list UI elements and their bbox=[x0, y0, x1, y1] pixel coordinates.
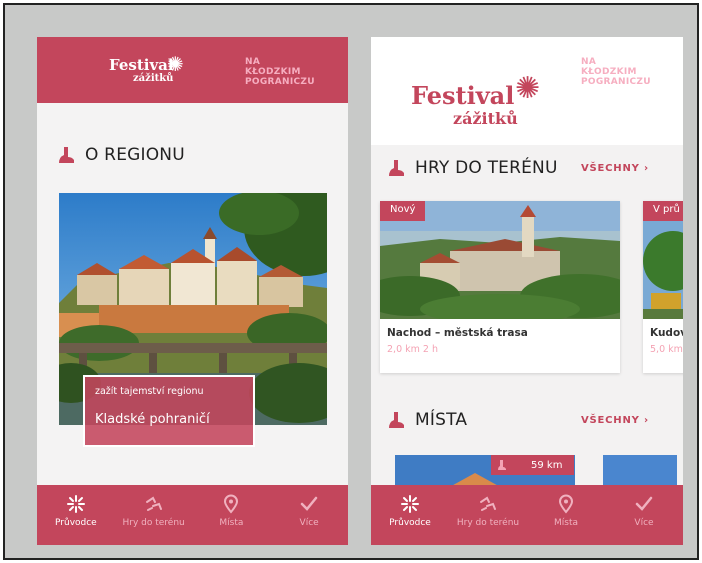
boot-icon bbox=[389, 412, 404, 428]
subtitle-line: KŁODZKIM bbox=[245, 67, 301, 77]
section-title-text: O REGIONU bbox=[85, 145, 185, 165]
subtitle-line: POGRANICZU bbox=[245, 77, 315, 87]
see-all-games-link[interactable]: VŠECHNY › bbox=[581, 163, 649, 174]
logo-star-icon: ✺ bbox=[515, 71, 541, 106]
nav-label: Hry do terénu bbox=[456, 518, 520, 528]
nav-label: Více bbox=[634, 518, 654, 528]
logo-word-festival: Festival bbox=[109, 56, 174, 74]
card-title: Nachod – městská trasa bbox=[387, 327, 528, 339]
in-progress-badge: V prů bbox=[643, 201, 683, 221]
logo-word-zazitku: zážitků bbox=[133, 73, 174, 84]
nav-label: Průvodce bbox=[389, 518, 431, 528]
nav-item-pruvodce[interactable]: Průvodce bbox=[371, 485, 449, 545]
screenshot-frame: Festival ✺ zážitků NA KŁODZKIM POGRANICZ… bbox=[3, 3, 699, 560]
nav-label: Místa bbox=[554, 518, 578, 528]
boot-icon bbox=[59, 147, 74, 163]
card-meta: 2,0 km 2 h bbox=[387, 344, 438, 355]
card-title: Kudov bbox=[650, 327, 683, 339]
subtitle-line: KŁODZKIM bbox=[581, 67, 637, 77]
subtitle-line: NA bbox=[581, 57, 597, 67]
bottom-navigation: Průvodce Hry do terénu Místa Více bbox=[37, 485, 348, 545]
nav-item-mista[interactable]: Místa bbox=[527, 485, 605, 545]
card-meta: 5,0 km bbox=[650, 344, 683, 355]
header-subtitle: NA KŁODZKIM POGRANICZU bbox=[581, 57, 681, 87]
festival-logo[interactable]: Festival ✺ zážitků bbox=[411, 71, 561, 137]
section-title-text: HRY DO TERÉNU bbox=[415, 158, 558, 178]
distance-text: 59 km bbox=[531, 459, 563, 471]
map-pin-icon bbox=[558, 494, 574, 514]
section-title-places: MÍSTA bbox=[387, 410, 467, 430]
map-pin-icon bbox=[224, 494, 239, 514]
feature-title: Kladské pohraničí bbox=[95, 412, 210, 427]
game-card[interactable]: V prů Kudov 5,0 km bbox=[643, 201, 683, 373]
app-header: Festival ✺ zážitků NA KŁODZKIM POGRANICZ… bbox=[37, 37, 348, 103]
section-title-text: MÍSTA bbox=[415, 410, 468, 430]
guide-star-icon bbox=[401, 495, 419, 513]
nav-item-vice[interactable]: Více bbox=[605, 485, 683, 545]
nav-item-vice[interactable]: Více bbox=[270, 485, 348, 545]
nav-label: Průvodce bbox=[55, 518, 97, 528]
nav-label: Více bbox=[299, 518, 319, 528]
checkmark-icon bbox=[635, 496, 653, 511]
nav-item-hry[interactable]: Hry do terénu bbox=[449, 485, 527, 545]
games-icon bbox=[145, 496, 162, 511]
logo-word-zazitku: zážitků bbox=[453, 109, 518, 128]
boot-small-icon bbox=[498, 460, 506, 470]
card-image: Nový bbox=[380, 201, 620, 319]
bottom-navigation: Průvodce Hry do terénu Místa Více bbox=[371, 485, 683, 545]
nav-label: Místa bbox=[219, 518, 244, 528]
subtitle-line: NA bbox=[245, 57, 261, 67]
festival-logo[interactable]: Festival ✺ zážitků bbox=[109, 52, 219, 90]
nav-item-hry[interactable]: Hry do terénu bbox=[115, 485, 193, 545]
card-image: V prů bbox=[643, 201, 683, 319]
feature-kicker: zažít tajemství regionu bbox=[95, 386, 204, 397]
games-icon bbox=[480, 496, 496, 511]
region-feature-card[interactable]: zažít tajemství regionu Kladské pohranič… bbox=[83, 375, 255, 447]
boot-icon bbox=[389, 160, 404, 176]
logo-word-festival: Festival bbox=[411, 81, 515, 110]
section-title-games: HRY DO TERÉNU bbox=[387, 158, 558, 178]
distance-badge: 59 km bbox=[491, 455, 574, 475]
nav-item-pruvodce[interactable]: Průvodce bbox=[37, 485, 115, 545]
app-header: Festival ✺ zážitků NA KŁODZKIM POGRANICZ… bbox=[371, 37, 683, 145]
nav-item-mista[interactable]: Místa bbox=[193, 485, 271, 545]
see-all-places-link[interactable]: VŠECHNY › bbox=[581, 415, 649, 426]
new-badge: Nový bbox=[380, 201, 426, 221]
checkmark-icon bbox=[300, 496, 318, 511]
nav-label: Hry do terénu bbox=[122, 518, 185, 528]
right-phone-screen: Festival ✺ zážitků NA KŁODZKIM POGRANICZ… bbox=[371, 37, 683, 545]
guide-star-icon bbox=[66, 495, 85, 513]
left-phone-screen: Festival ✺ zážitků NA KŁODZKIM POGRANICZ… bbox=[37, 37, 348, 545]
game-card[interactable]: Nový Nachod – městská trasa 2,0 km 2 h bbox=[380, 201, 620, 373]
section-title-region: O REGIONU bbox=[57, 145, 185, 165]
subtitle-line: POGRANICZU bbox=[581, 77, 651, 87]
header-subtitle: NA KŁODZKIM POGRANICZU bbox=[245, 57, 345, 87]
